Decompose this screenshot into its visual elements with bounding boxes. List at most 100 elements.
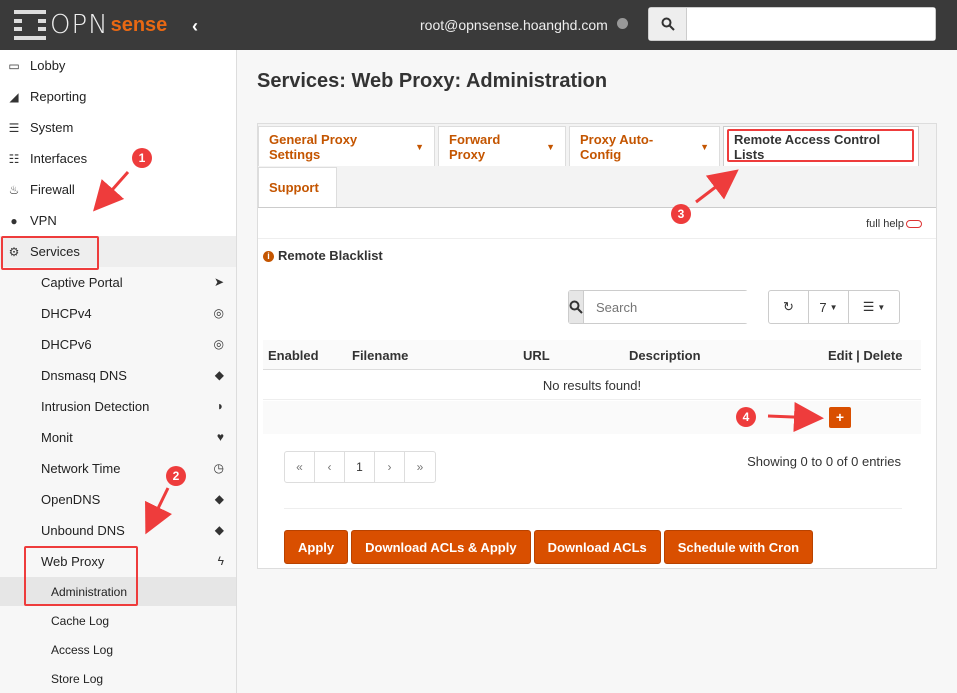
tab-label: Support <box>269 180 319 195</box>
prev-page-button[interactable]: ‹ <box>315 452 345 482</box>
sidebar-subitem-dhcpv4[interactable]: DHCPv4 ◎ <box>0 298 236 329</box>
last-page-button[interactable]: » <box>405 452 435 482</box>
table-header: Enabled Filename URL Description Edit | … <box>263 340 921 370</box>
section-title: i Remote Blacklist <box>263 248 383 263</box>
tab-proxy-auto-config[interactable]: Proxy Auto-Config ▼ <box>569 126 720 166</box>
sidebar-item-label: Interfaces <box>30 151 88 166</box>
sidebar-item-label: Lobby <box>30 58 66 73</box>
sidebar-subitem-network-time[interactable]: Network Time ◷ <box>0 453 236 484</box>
opnsense-logo[interactable]: OPN sense <box>14 8 167 42</box>
sidebar-subsubitem-access-log[interactable]: Access Log <box>0 635 236 664</box>
action-buttons: Apply Download ACLs & Apply Download ACL… <box>284 530 814 564</box>
bolt-icon: ϟ <box>217 554 224 568</box>
sidebar-item-reporting[interactable]: ◢ Reporting <box>0 81 236 112</box>
tab-forward-proxy[interactable]: Forward Proxy ▼ <box>438 126 566 166</box>
status-indicator[interactable] <box>617 18 628 29</box>
page-1-button[interactable]: 1 <box>345 452 375 482</box>
column-url[interactable]: URL <box>523 348 550 363</box>
tags-icon: ◆ <box>214 368 224 382</box>
globe-icon: ● <box>10 213 18 228</box>
global-search-input[interactable] <box>687 8 935 40</box>
tab-label: Proxy Auto-Config <box>580 131 654 162</box>
grid-search <box>568 290 784 324</box>
column-selector[interactable]: ☰ ▼ <box>849 291 899 323</box>
info-icon[interactable]: i <box>263 251 274 263</box>
next-page-button[interactable]: › <box>375 452 405 482</box>
area-chart-icon: ◢ <box>9 89 19 104</box>
top-navbar: OPN sense ‹ root@opnsense.hoanghd.com <box>0 0 957 50</box>
page-size-value: 7 <box>819 299 827 315</box>
page-size-dropdown[interactable]: 7 ▼ <box>809 291 849 323</box>
heartbeat-icon: ♥ <box>216 430 224 444</box>
search-icon[interactable] <box>649 8 687 40</box>
caret-down-icon: ▼ <box>700 141 709 152</box>
tab-general-proxy-settings[interactable]: General Proxy Settings ▼ <box>258 126 435 166</box>
search-icon[interactable] <box>569 291 584 323</box>
table-footer-row: + <box>263 401 921 434</box>
sidebar-subitem-intrusion-detection[interactable]: Intrusion Detection ◗ <box>0 391 236 422</box>
annotation-badge-4: 4 <box>736 407 756 427</box>
sidebar-subsubitem-label: Store Log <box>51 671 104 686</box>
sidebar-subitem-label: DHCPv4 <box>41 306 92 321</box>
sidebar-item-lobby[interactable]: ▭ Lobby <box>0 50 236 81</box>
full-help-toggle[interactable]: full help <box>866 218 922 230</box>
sidebar-subitem-dnsmasq-dns[interactable]: Dnsmasq DNS ◆ <box>0 360 236 391</box>
apply-button[interactable]: Apply <box>284 530 349 564</box>
bullseye-icon: ◎ <box>213 337 224 351</box>
sidebar-subitem-label: Monit <box>41 430 73 445</box>
sidebar-item-system[interactable]: ☰ System <box>0 112 236 143</box>
clock-icon: ◷ <box>213 461 224 475</box>
column-description[interactable]: Description <box>629 348 701 363</box>
entries-info: Showing 0 to 0 of 0 entries <box>747 454 901 469</box>
sidebar-subitem-opendns[interactable]: OpenDNS ◆ <box>0 484 236 515</box>
refresh-icon[interactable]: ↻ <box>769 291 809 323</box>
sidebar-subitem-label: Intrusion Detection <box>41 399 150 414</box>
sidebar-subsubitem-store-log[interactable]: Store Log <box>0 664 236 693</box>
sidebar-subsubitem-cache-log[interactable]: Cache Log <box>0 606 236 635</box>
opnsense-logo-icon <box>14 10 46 40</box>
highlight-remote-acl-tab <box>727 129 914 162</box>
caret-down-icon: ▼ <box>829 302 838 312</box>
paper-plane-icon: ➤ <box>213 275 224 289</box>
bullseye-icon: ◎ <box>213 306 224 320</box>
download-acls-apply-button[interactable]: Download ACLs & Apply <box>351 530 531 564</box>
first-page-button[interactable]: « <box>285 452 315 482</box>
annotation-badge-2: 2 <box>166 466 186 486</box>
tags-icon: ◆ <box>214 492 224 506</box>
grid-search-input[interactable] <box>584 291 784 323</box>
collapse-sidebar-chevron-icon[interactable]: ‹ <box>192 16 198 37</box>
user-account-link[interactable]: root@opnsense.hoanghd.com <box>420 17 608 33</box>
fire-icon: ♨ <box>8 182 20 197</box>
download-acls-button[interactable]: Download ACLs <box>533 530 661 564</box>
highlight-services <box>1 236 99 270</box>
content-panel: General Proxy Settings ▼ Forward Proxy ▼ P… <box>257 123 937 569</box>
sidebar-subitem-captive-portal[interactable]: Captive Portal ➤ <box>0 267 236 298</box>
tab-support[interactable]: Support <box>258 167 337 207</box>
sidebar-subitem-unbound-dns[interactable]: Unbound DNS ◆ <box>0 515 236 546</box>
sidebar-subitem-label: OpenDNS <box>41 492 101 507</box>
pagination: « ‹ 1 › » <box>284 451 436 483</box>
annotation-badge-1: 1 <box>132 148 152 168</box>
sidebar-item-firewall[interactable]: ♨ Firewall <box>0 174 236 205</box>
full-help-label: full help <box>866 218 904 230</box>
sidebar-subitem-monit[interactable]: Monit ♥ <box>0 422 236 453</box>
help-bar: full help <box>258 209 936 239</box>
sidebar-item-label: System <box>30 120 74 135</box>
global-search <box>648 7 936 41</box>
sidebar-item-vpn[interactable]: ● VPN <box>0 205 236 236</box>
tags-icon: ◆ <box>214 523 224 537</box>
column-enabled[interactable]: Enabled <box>268 348 319 363</box>
logo-text: OPN <box>50 10 109 40</box>
sidebar-subitem-label: Dnsmasq DNS <box>41 368 127 383</box>
add-button[interactable]: + <box>829 407 851 428</box>
caret-down-icon: ▼ <box>877 302 886 312</box>
sidebar-item-label: Reporting <box>30 89 87 104</box>
sidebar-subitem-dhcpv6[interactable]: DHCPv6 ◎ <box>0 329 236 360</box>
sidebar-item-label: VPN <box>30 213 57 228</box>
sidebar-item-label: Firewall <box>30 182 75 197</box>
schedule-with-cron-button[interactable]: Schedule with Cron <box>663 530 814 564</box>
server-icon: ☰ <box>8 120 20 135</box>
annotation-badge-3: 3 <box>671 204 691 224</box>
sidebar-item-interfaces[interactable]: ☷ Interfaces <box>0 143 236 174</box>
column-filename[interactable]: Filename <box>352 348 408 363</box>
